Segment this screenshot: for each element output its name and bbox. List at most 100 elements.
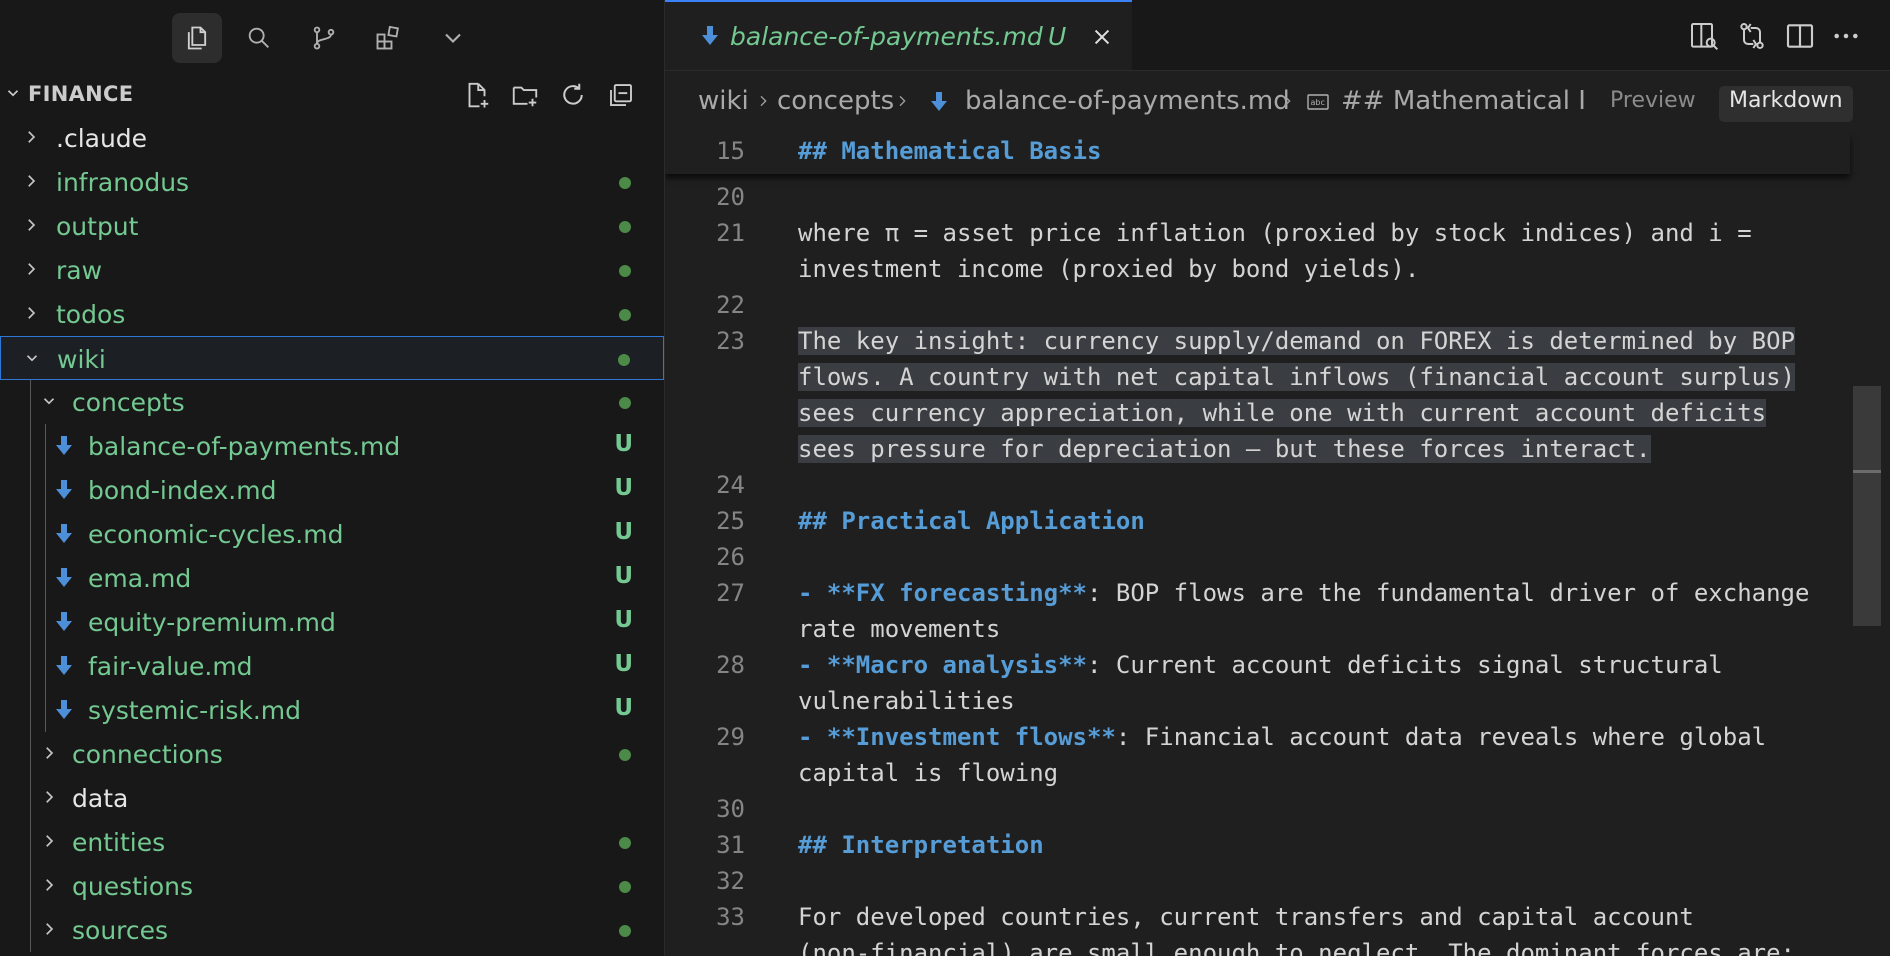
markdown-file-icon	[56, 568, 72, 587]
chevron-down-icon	[7, 90, 19, 97]
new-folder-icon	[512, 86, 538, 107]
split-editor-icon	[1786, 24, 1814, 48]
code-editor[interactable]: 15 ## Mathematical Basis 20 21 where π = a…	[665, 134, 1890, 956]
collapse-all-button[interactable]	[604, 78, 638, 112]
folder-item[interactable]: wiki	[0, 336, 664, 380]
new-file-button[interactable]	[460, 78, 494, 112]
folder-item[interactable]: data	[0, 776, 664, 820]
activity-bar	[0, 0, 664, 72]
folder-item[interactable]: questions	[0, 864, 664, 908]
open-preview-side-button[interactable]	[1686, 18, 1722, 54]
folder-item[interactable]: output	[0, 204, 664, 248]
markdown-mode-button[interactable]: Markdown	[1719, 86, 1853, 122]
preview-mode-button[interactable]: Preview	[1600, 86, 1706, 122]
code-text: vulnerabilities	[798, 687, 1015, 715]
file-item[interactable]: ema.md U	[0, 556, 664, 600]
file-item[interactable]: bond-index.md U	[0, 468, 664, 512]
file-item[interactable]: economic-cycles.md U	[0, 512, 664, 556]
editor-area: balance-of-payments.md U wiki concepts b…	[665, 0, 1890, 956]
source-control-button[interactable]	[299, 13, 349, 63]
breadcrumb: wiki concepts balance-of-payments.md abc…	[665, 72, 1890, 134]
code-line: ## Mathematical Basis	[798, 137, 1102, 165]
code-line: ## Practical Application	[798, 507, 1145, 535]
git-modified-dot	[619, 397, 631, 409]
breadcrumb-item-file[interactable]: balance-of-payments.md	[965, 86, 1290, 116]
close-icon[interactable]	[1091, 26, 1113, 48]
folder-item[interactable]: sources	[0, 908, 664, 952]
sticky-scroll-header[interactable]: 15 ## Mathematical Basis	[665, 134, 1850, 174]
git-modified-dot	[619, 221, 631, 233]
folder-item[interactable]: concepts	[0, 380, 664, 424]
compare-changes-button[interactable]	[1734, 18, 1770, 54]
chevron-right-icon	[28, 131, 36, 143]
tree-item-label: concepts	[72, 388, 185, 417]
tree-item-label: bond-index.md	[88, 476, 277, 505]
git-modified-dot	[619, 881, 631, 893]
search-icon	[248, 27, 269, 48]
file-item[interactable]: equity-premium.md U	[0, 600, 664, 644]
code-text: The key insight: currency supply/demand …	[798, 327, 1795, 355]
scrollbar-cursor-marker	[1853, 470, 1881, 473]
file-tree: .claude infranodus output raw todos wiki conce…	[0, 116, 664, 952]
chevron-right-icon	[46, 835, 54, 847]
breadcrumb-item-symbol[interactable]: ## Mathematical I	[1341, 86, 1586, 116]
code-text: capital is flowing	[798, 759, 1059, 787]
folder-item[interactable]: .claude	[0, 116, 664, 160]
code-line: sees currency appreciation, while one wi…	[798, 399, 1767, 427]
tree-item-label: balance-of-payments.md	[88, 432, 401, 461]
chevron-down-icon	[43, 398, 55, 405]
more-actions-button[interactable]	[1828, 18, 1864, 54]
breadcrumb-item-wiki[interactable]: wiki	[698, 86, 749, 116]
code-line: - **Investment flows**: Financial accoun…	[798, 723, 1766, 751]
code-line: - **FX forecasting**: BOP flows are the …	[798, 579, 1809, 607]
files-icon	[187, 26, 207, 50]
code-text: rate movements	[798, 615, 1001, 643]
folder-item[interactable]: todos	[0, 292, 664, 336]
extensions-icon	[376, 25, 399, 50]
folder-item[interactable]: raw	[0, 248, 664, 292]
code-line: sees pressure for depreciation — but the…	[798, 435, 1651, 463]
git-untracked-badge: U	[614, 475, 633, 501]
svg-text:abc: abc	[1311, 98, 1325, 107]
code-text: For developed countries, current transfe…	[798, 903, 1694, 931]
line-number: 25	[716, 507, 745, 535]
tree-item-label: connections	[72, 740, 223, 769]
new-folder-button[interactable]	[508, 78, 542, 112]
code-text: flows. A country with net capital inflow…	[798, 363, 1795, 391]
explorer-header[interactable]: FINANCE	[0, 72, 664, 116]
tree-item-label: .claude	[56, 124, 148, 153]
chevron-right-icon	[28, 307, 36, 319]
folder-item[interactable]: connections	[0, 732, 664, 776]
source-control-icon	[313, 26, 335, 50]
chevron-right-icon	[46, 747, 54, 759]
search-view-button[interactable]	[234, 13, 284, 63]
scrollbar-thumb[interactable]	[1853, 386, 1881, 626]
file-item[interactable]: fair-value.md U	[0, 644, 664, 688]
git-modified-dot	[618, 354, 630, 366]
code-line: ## Interpretation	[798, 831, 1044, 859]
compare-icon	[1740, 22, 1764, 49]
vertical-scrollbar[interactable]	[1853, 134, 1881, 956]
folder-item[interactable]: infranodus	[0, 160, 664, 204]
extensions-button[interactable]	[363, 13, 413, 63]
breadcrumb-item-concepts[interactable]: concepts	[777, 86, 894, 116]
folder-item[interactable]: entities	[0, 820, 664, 864]
git-modified-dot	[619, 309, 631, 321]
chevron-right-icon	[46, 791, 54, 803]
refresh-explorer-button[interactable]	[556, 78, 590, 112]
code-line: vulnerabilities	[798, 687, 1015, 715]
tab-balance-of-payments[interactable]: balance-of-payments.md U	[665, 0, 1132, 70]
tab-git-status: U	[1048, 22, 1067, 51]
chevron-right-icon	[1284, 95, 1291, 107]
line-number: 33	[716, 903, 745, 931]
code-line: flows. A country with net capital inflow…	[798, 363, 1795, 391]
code-text: (non-financial) are small enough to negl…	[798, 939, 1795, 956]
file-item[interactable]: systemic-risk.md U	[0, 688, 664, 732]
code-line: rate movements	[798, 615, 1000, 643]
explorer-view-button[interactable]	[172, 13, 222, 63]
file-item[interactable]: balance-of-payments.md U	[0, 424, 664, 468]
split-editor-button[interactable]	[1782, 18, 1818, 54]
chevron-right-icon	[28, 219, 36, 231]
more-views-button[interactable]	[428, 13, 478, 63]
line-number: 22	[716, 291, 745, 319]
